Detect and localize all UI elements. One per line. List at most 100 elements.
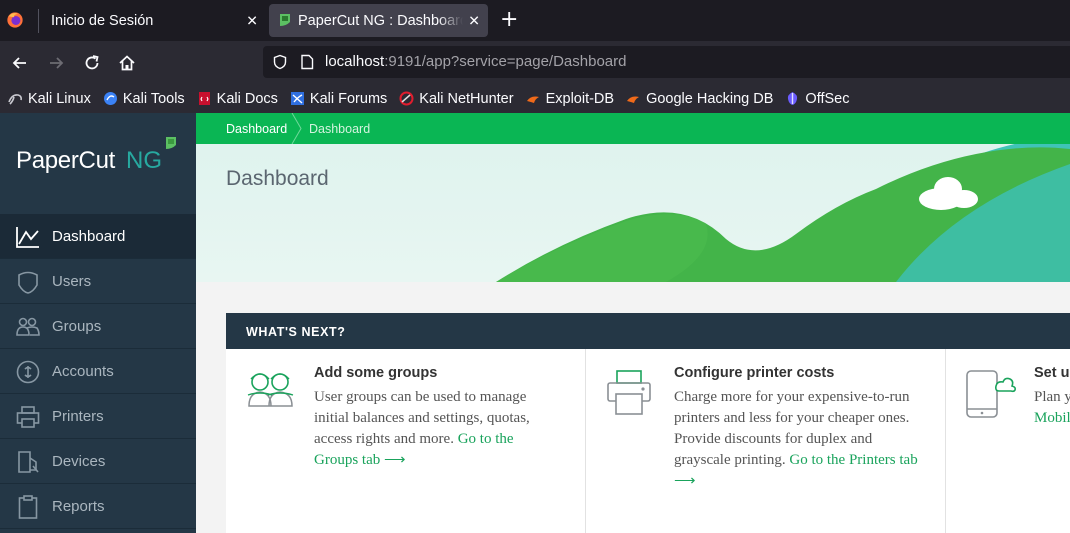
bookmark-kali-linux[interactable]: Kali Linux xyxy=(8,91,91,107)
mobile-cloud-icon xyxy=(966,370,1016,418)
kali-docs-icon xyxy=(198,92,210,105)
bookmark-label: Exploit-DB xyxy=(545,90,615,107)
page-content: PaperCut NG Dashboard Users Groups Accou… xyxy=(0,113,1070,533)
reports-icon xyxy=(18,495,38,519)
card-title: Set up xyxy=(1034,365,1070,381)
devices-icon xyxy=(18,451,39,473)
kali-nethunter-icon xyxy=(399,91,414,106)
firefox-icon[interactable] xyxy=(6,11,24,29)
home-icon[interactable] xyxy=(117,53,137,73)
logo-suffix: NG xyxy=(126,147,162,174)
offsec-icon xyxy=(788,92,798,105)
sidebar-item-reports[interactable]: Reports xyxy=(0,484,196,529)
page-info-icon[interactable] xyxy=(300,54,314,70)
bookmark-exploit-db[interactable]: Exploit-DB xyxy=(526,90,615,107)
sidebar-item-label: Dashboard xyxy=(52,227,126,245)
url-path: :9191/app?service=page/Dashboard xyxy=(384,53,627,70)
papercut-favicon-icon xyxy=(280,14,290,26)
breadcrumb: Dashboard Dashboard xyxy=(196,113,1070,144)
hero-banner: Dashboard xyxy=(196,144,1070,282)
sidebar-item-groups[interactable]: Groups xyxy=(0,304,196,349)
sidebar-item-accounts[interactable]: Accounts xyxy=(0,349,196,394)
sidebar-item-label: Groups xyxy=(52,317,102,335)
card-title: Configure printer costs xyxy=(674,365,835,381)
tab-title: Inicio de Sesión xyxy=(51,12,154,29)
url-host: localhost xyxy=(325,53,385,70)
breadcrumb-chevron-icon xyxy=(291,113,302,144)
bookmark-label: Google Hacking DB xyxy=(646,90,774,107)
bookmarks-toolbar: Kali Linux Kali Tools Kali Docs Kali For… xyxy=(0,84,1070,113)
close-tab-icon[interactable]: ✕ xyxy=(246,12,258,29)
kali-dragon-icon xyxy=(8,94,22,105)
breadcrumb-current: Dashboard xyxy=(309,122,371,136)
logo-text: PaperCut xyxy=(16,147,115,174)
card-description: Plan y mana xyxy=(1034,389,1070,405)
bookmark-label: Kali Forums xyxy=(309,90,388,107)
sidebar-item-printers[interactable]: Printers xyxy=(0,394,196,439)
browser-nav-bar: localhost:9191/app?service=page/Dashboar… xyxy=(0,41,1070,84)
kali-forums-icon xyxy=(290,92,304,105)
bookmark-label: Kali Linux xyxy=(28,90,91,107)
whats-next-panel: Add some groups User groups can be used … xyxy=(226,349,1070,533)
bookmark-label: Kali Docs xyxy=(216,90,278,107)
accounts-icon xyxy=(16,360,40,384)
sidebar-item-label: Printers xyxy=(52,407,104,425)
groups-illustration-icon xyxy=(247,373,294,407)
card-add-groups: Add some groups User groups can be used … xyxy=(226,349,586,533)
sidebar: PaperCut NG Dashboard Users Groups Accou… xyxy=(0,113,196,533)
bookmark-google-hacking-db[interactable]: Google Hacking DB xyxy=(626,91,773,107)
users-icon xyxy=(18,271,38,294)
forward-arrow-icon[interactable] xyxy=(46,53,66,73)
sidebar-item-label: Accounts xyxy=(52,362,114,380)
sidebar-item-devices[interactable]: Devices xyxy=(0,439,196,484)
new-tab-button[interactable]: + xyxy=(500,8,518,32)
bookmark-kali-docs[interactable]: Kali Docs xyxy=(197,91,278,107)
printer-icon xyxy=(16,406,40,428)
tab-papercut-dashboard[interactable]: PaperCut NG : Dashboard ✕ xyxy=(269,4,488,37)
url-text[interactable]: localhost:9191/app?service=page/Dashboar… xyxy=(325,53,626,70)
card-set-up-mobile: Set up Plan y mana Mobil xyxy=(945,349,1070,533)
bookmark-label: Kali NetHunter xyxy=(419,90,514,107)
printer-illustration-icon xyxy=(607,370,651,415)
reload-icon[interactable] xyxy=(82,53,102,73)
bookmark-offsec[interactable]: OffSec xyxy=(785,91,849,107)
card-text: User groups can be used to manage initia… xyxy=(314,387,550,471)
chart-line-icon xyxy=(16,227,39,248)
mobile-link[interactable]: Mobil xyxy=(1034,410,1070,426)
page-title: Dashboard xyxy=(226,167,329,190)
sidebar-item-dashboard[interactable]: Dashboard xyxy=(0,214,196,259)
sidebar-item-label: Reports xyxy=(52,497,105,515)
sidebar-item-label: Devices xyxy=(52,452,106,470)
hills-illustration xyxy=(496,144,1070,282)
shield-icon[interactable] xyxy=(272,54,288,70)
kali-tools-icon xyxy=(103,92,117,105)
card-printer-costs: Configure printer costs Charge more for … xyxy=(585,349,945,533)
bookmark-kali-nethunter[interactable]: Kali NetHunter xyxy=(399,90,514,107)
sidebar-item-users[interactable]: Users xyxy=(0,259,196,304)
bookmark-kali-forums[interactable]: Kali Forums xyxy=(290,91,387,107)
back-arrow-icon[interactable] xyxy=(10,53,30,73)
card-text: Charge more for your expensive-to-run pr… xyxy=(674,387,924,492)
leaf-icon xyxy=(166,137,176,149)
card-divider xyxy=(945,349,946,533)
sidebar-item-label: Users xyxy=(52,272,92,290)
bookmark-kali-tools[interactable]: Kali Tools xyxy=(103,91,185,107)
close-tab-icon[interactable]: ✕ xyxy=(468,12,480,29)
papercut-logo[interactable]: PaperCut NG xyxy=(16,135,181,179)
bookmark-label: Kali Tools xyxy=(122,90,185,107)
tab-title: PaperCut NG : Dashboard xyxy=(298,12,463,29)
bookmark-label: OffSec xyxy=(805,90,850,107)
sidebar-nav: Dashboard Users Groups Accounts Printers… xyxy=(0,214,196,529)
card-divider xyxy=(585,349,586,533)
tab-inicio-de-sesion[interactable]: Inicio de Sesión ✕ xyxy=(38,0,266,41)
exploit-db-icon xyxy=(526,96,539,103)
groups-icon xyxy=(16,317,40,336)
whats-next-header: WHAT'S NEXT? xyxy=(226,313,1070,349)
whats-next-title: WHAT'S NEXT? xyxy=(246,325,346,339)
card-title: Add some groups xyxy=(314,365,438,381)
tab-separator xyxy=(38,9,39,33)
ghdb-icon xyxy=(627,96,640,103)
breadcrumb-link-dashboard[interactable]: Dashboard xyxy=(226,122,287,136)
url-bar[interactable]: localhost:9191/app?service=page/Dashboar… xyxy=(263,46,1070,78)
browser-tab-bar: Inicio de Sesión ✕ PaperCut NG : Dashboa… xyxy=(0,0,1070,41)
